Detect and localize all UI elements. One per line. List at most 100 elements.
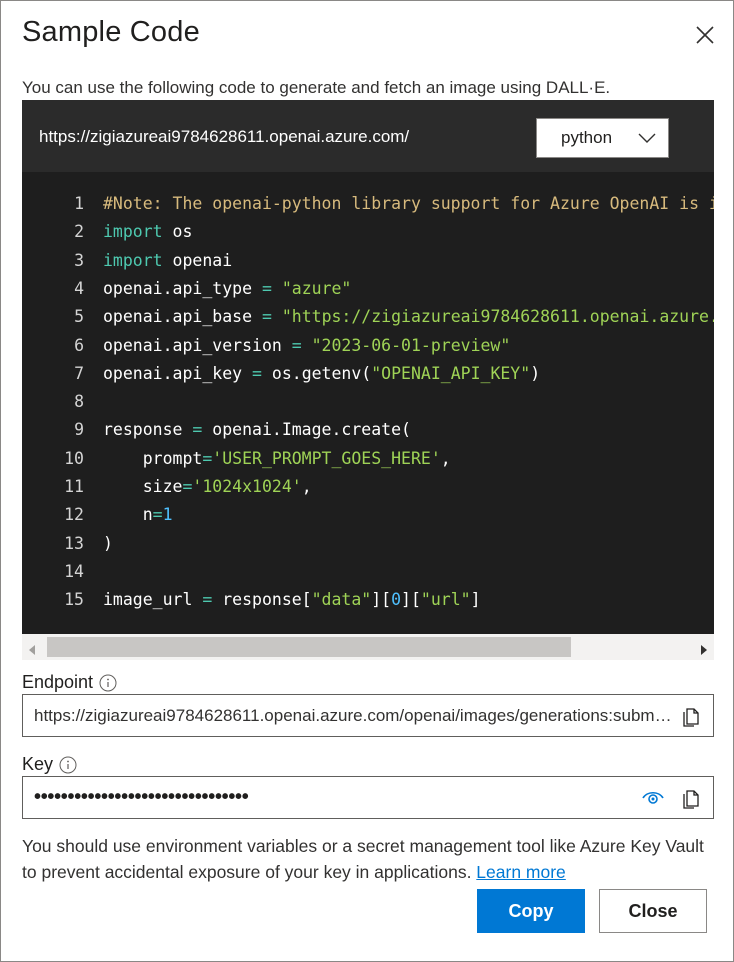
code-token: = [152, 505, 163, 525]
line-number: 2 [74, 222, 84, 242]
code-token: n [103, 505, 153, 525]
code-header: https://zigiazureai9784628611.openai.azu… [22, 100, 714, 172]
code-token: ) [103, 533, 113, 553]
code-text: openai.api_version = "2023-06-01-preview… [103, 332, 510, 360]
dialog-title: Sample Code [22, 16, 200, 48]
line-number: 12 [64, 505, 84, 525]
code-token: "https://zigiazureai9784628611.openai.az… [281, 307, 714, 327]
code-token: #Note: The openai-python library support… [103, 194, 714, 213]
code-editor[interactable]: 1 #Note: The openai-python library suppor… [22, 172, 714, 634]
code-token: = [261, 278, 272, 298]
code-text: n=1 [103, 501, 173, 529]
code-token: openai [162, 250, 233, 270]
line-number: 6 [74, 335, 84, 355]
line-number: 10 [64, 448, 84, 468]
line-number: 8 [74, 392, 84, 412]
code-token: import [103, 222, 163, 242]
code-token: = [252, 363, 262, 383]
info-icon[interactable] [99, 674, 117, 692]
endpoint-label-text: Endpoint [22, 672, 94, 692]
endpoint-input[interactable] [34, 706, 674, 726]
learn-more-link[interactable]: Learn more [476, 862, 566, 882]
code-token: os.getenv( [261, 363, 372, 383]
security-note: You should use environment variables or … [22, 833, 722, 885]
copy-button[interactable]: Copy [477, 889, 585, 933]
code-text: prompt='USER_PROMPT_GOES_HERE', [103, 445, 451, 473]
key-field[interactable]: •••••••••••••••••••••••••••••••• [22, 776, 714, 819]
code-token: , [301, 477, 312, 496]
line-number: 14 [64, 561, 84, 581]
line-number: 7 [74, 363, 84, 383]
code-token: = [261, 307, 272, 327]
line-number: 15 [64, 590, 84, 610]
line-number: 11 [64, 477, 84, 496]
line-number: 13 [64, 533, 84, 553]
endpoint-field [22, 694, 714, 737]
close-button[interactable]: Close [599, 889, 707, 933]
code-token: = [182, 477, 193, 496]
language-dropdown[interactable]: python [536, 118, 669, 158]
code-token: "OPENAI_API_KEY" [371, 363, 531, 383]
code-token: prompt [103, 448, 203, 468]
code-text: image_url = response["data"][0]["url"] [103, 586, 481, 614]
language-dropdown-value: python [561, 128, 613, 147]
key-masked-value[interactable]: •••••••••••••••••••••••••••••••• [34, 786, 249, 809]
code-panel: https://zigiazureai9784628611.openai.azu… [22, 100, 714, 660]
code-token: os [162, 222, 193, 242]
code-text: import os [103, 218, 192, 246]
code-token: openai.Image.create( [202, 420, 411, 440]
endpoint-label: Endpoint [22, 672, 117, 693]
code-token: image_url [103, 590, 203, 610]
code-token: = [291, 335, 302, 355]
chevron-down-icon [638, 131, 656, 150]
code-token: ][ [401, 590, 421, 610]
code-token: openai.api_type [103, 278, 262, 298]
code-token: openai.api_version [103, 335, 292, 355]
code-token: = [192, 420, 203, 440]
code-token: = [202, 448, 213, 468]
code-text: ) [103, 530, 113, 558]
code-text: import openai [103, 247, 232, 275]
copy-icon[interactable] [681, 705, 703, 727]
code-text: #Note: The openai-python library support… [103, 190, 714, 218]
code-token: 0 [391, 590, 402, 610]
dialog-description: You can use the following code to genera… [22, 78, 611, 97]
security-note-text: You should use environment variables or … [22, 836, 704, 882]
line-number: 1 [74, 194, 84, 213]
key-label-text: Key [22, 754, 54, 774]
horizontal-scrollbar[interactable] [22, 634, 714, 660]
info-icon[interactable] [59, 756, 77, 774]
copy-icon[interactable] [681, 787, 703, 809]
line-number: 9 [74, 420, 84, 440]
code-token: size [103, 477, 183, 496]
line-number: 5 [74, 307, 84, 327]
code-token: "data" [311, 590, 372, 610]
code-token: ) [530, 363, 541, 383]
line-number: 3 [74, 250, 84, 270]
code-text: openai.api_key = os.getenv("OPENAI_API_K… [103, 360, 540, 388]
code-token: , [440, 448, 451, 468]
sample-code-dialog: Sample Code You can use the following co… [0, 0, 734, 962]
code-text: openai.api_base = "https://zigiazureai97… [103, 303, 714, 331]
key-label: Key [22, 754, 77, 775]
code-token: openai.api_base [103, 307, 262, 327]
code-endpoint-url: https://zigiazureai9784628611.openai.azu… [39, 127, 410, 146]
scroll-right-arrow-icon[interactable] [700, 642, 708, 660]
code-token: 'USER_PROMPT_GOES_HERE' [212, 448, 441, 468]
code-token: ] [470, 590, 481, 610]
scrollbar-thumb[interactable] [47, 637, 571, 657]
code-token: = [202, 590, 213, 610]
code-token: import [103, 250, 163, 270]
code-text: size='1024x1024', [103, 473, 312, 501]
code-token: response [103, 420, 193, 440]
scroll-left-arrow-icon[interactable] [28, 642, 36, 660]
code-token: 1 [162, 505, 173, 525]
close-icon[interactable] [691, 21, 719, 49]
eye-icon[interactable] [641, 788, 667, 808]
code-token: '1024x1024' [192, 477, 302, 496]
code-text: response = openai.Image.create( [103, 416, 411, 444]
line-number: 4 [74, 278, 84, 298]
code-token: "azure" [281, 278, 352, 298]
